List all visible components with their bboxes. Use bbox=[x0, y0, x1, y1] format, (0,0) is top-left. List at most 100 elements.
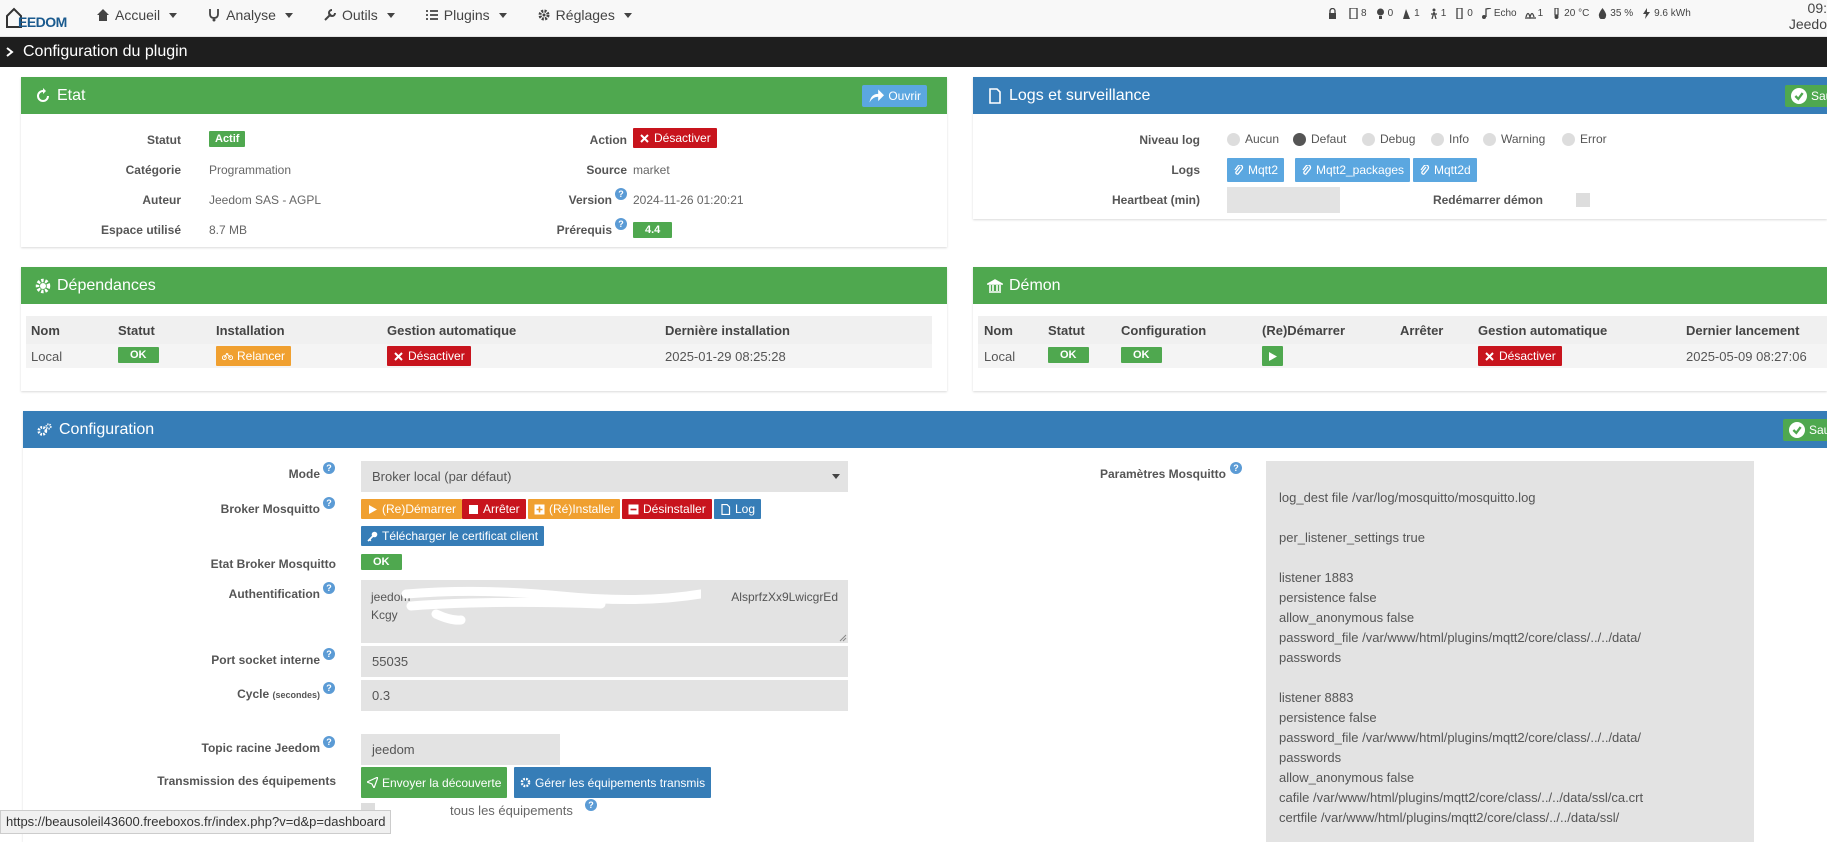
help-icon[interactable]: ? bbox=[1230, 462, 1242, 474]
topic-input[interactable]: jeedom bbox=[361, 734, 560, 765]
daemon-status-badge: OK bbox=[1048, 347, 1089, 363]
column-header: Statut bbox=[118, 323, 155, 338]
caret-down-icon bbox=[832, 474, 840, 479]
resize-handle-icon[interactable] bbox=[839, 634, 847, 642]
radio-error[interactable]: Error bbox=[1562, 132, 1607, 146]
cycle-input[interactable]: 0.3 bbox=[361, 680, 848, 711]
summary-temperature[interactable]: 20 °C bbox=[1551, 8, 1589, 19]
disable-auto-daemon-button[interactable]: Désactiver bbox=[1478, 346, 1562, 366]
menu-plugins[interactable]: Plugins bbox=[425, 7, 507, 23]
summary-value: 8 bbox=[1361, 8, 1367, 19]
menu-outils[interactable]: Outils bbox=[323, 7, 395, 23]
panel-title: Dépendances bbox=[57, 276, 156, 294]
send-discovery-button[interactable]: Envoyer la découverte bbox=[361, 767, 508, 798]
help-icon[interactable]: ? bbox=[615, 218, 627, 230]
summary-motion[interactable]: 1 bbox=[1401, 8, 1420, 19]
help-icon[interactable]: ? bbox=[323, 648, 335, 660]
menu-label: Réglages bbox=[555, 7, 615, 23]
source-value: market bbox=[633, 163, 670, 177]
auteur-value: Jeedom SAS - AGPL bbox=[209, 193, 322, 207]
save-logs-button[interactable]: Sauv bbox=[1785, 85, 1827, 107]
broker-label: Broker Mosquitto bbox=[220, 502, 320, 516]
summary-person[interactable]: 1 bbox=[1428, 8, 1446, 19]
summary-humidity[interactable]: 35 % bbox=[1597, 8, 1633, 19]
button-label: Télécharger le certificat client bbox=[382, 529, 539, 543]
port-label: Port socket interne bbox=[211, 653, 320, 667]
summary-window[interactable]: 0 bbox=[1454, 8, 1473, 19]
install-broker-button[interactable]: (Ré)Installer bbox=[528, 499, 621, 519]
close-icon bbox=[1485, 351, 1494, 361]
prerequis-badge: 4.4 bbox=[633, 222, 673, 238]
panel-title: Etat bbox=[57, 86, 86, 104]
help-icon[interactable]: ? bbox=[323, 582, 335, 594]
radio-label: Info bbox=[1449, 132, 1470, 146]
close-icon bbox=[394, 351, 403, 361]
auth-textarea[interactable]: jeedom AlsprfzXx9LwicgrEd Kcgy bbox=[361, 580, 848, 643]
radio-defaut[interactable]: Defaut bbox=[1293, 132, 1346, 146]
auth-text-end: AlsprfzXx9LwicgrEd bbox=[731, 590, 838, 604]
radio-label: Aucun bbox=[1245, 132, 1280, 146]
summary-music[interactable]: Echo bbox=[1481, 8, 1517, 19]
column-header: Installation bbox=[216, 323, 285, 338]
log-mqtt2-packages-button[interactable]: Mqtt2_packages bbox=[1295, 158, 1411, 182]
mosquitto-params-textarea[interactable]: log_dest file /var/log/mosquitto/mosquit… bbox=[1266, 461, 1754, 842]
column-header: Configuration bbox=[1121, 323, 1207, 338]
summary-heater[interactable]: 1 bbox=[1524, 8, 1543, 19]
summary-lock[interactable] bbox=[1327, 8, 1340, 19]
disable-auto-deps-button[interactable]: Désactiver bbox=[387, 346, 471, 366]
manage-transmitted-button[interactable]: Gérer les équipements transmis bbox=[514, 767, 712, 798]
statut-label: Statut bbox=[147, 133, 181, 147]
disable-plugin-button[interactable]: Désactiver bbox=[633, 128, 717, 148]
uninstall-broker-button[interactable]: Désinstaller bbox=[622, 499, 712, 519]
share-icon bbox=[869, 89, 885, 103]
log-mqtt2d-button[interactable]: Mqtt2d bbox=[1413, 158, 1477, 182]
summary-power[interactable]: 9.6 kWh bbox=[1641, 8, 1691, 19]
help-icon[interactable]: ? bbox=[323, 682, 335, 694]
plus-square-icon bbox=[534, 504, 545, 514]
radio-aucun[interactable]: Aucun bbox=[1227, 132, 1279, 146]
mode-select[interactable]: Broker local (par défaut) bbox=[361, 461, 848, 492]
summary-door[interactable]: 8 bbox=[1348, 8, 1367, 19]
restart-daemon-checkbox[interactable] bbox=[1576, 193, 1590, 207]
stop-broker-button[interactable]: Arrêter bbox=[462, 499, 526, 519]
auth-label: Authentification bbox=[228, 587, 320, 601]
radio-label: Debug bbox=[1380, 132, 1416, 146]
log-mqtt2-button[interactable]: Mqtt2 bbox=[1227, 158, 1285, 182]
jeedom-logo[interactable]: EEDOM bbox=[4, 4, 78, 32]
help-icon[interactable]: ? bbox=[585, 799, 597, 811]
radio-info[interactable]: Info bbox=[1431, 132, 1469, 146]
relaunch-deps-button[interactable]: Relancer bbox=[216, 346, 292, 366]
heartbeat-input[interactable] bbox=[1227, 187, 1340, 213]
summary-light[interactable]: 0 bbox=[1375, 8, 1393, 19]
check-circle-icon bbox=[1791, 88, 1807, 104]
download-cert-button[interactable]: Télécharger le certificat client bbox=[361, 526, 545, 546]
summary-value: 9.6 kWh bbox=[1654, 8, 1691, 19]
user-menu[interactable]: Jeedo bbox=[1789, 16, 1827, 32]
radio-debug[interactable]: Debug bbox=[1362, 132, 1415, 146]
column-header: Dernier lancement bbox=[1686, 323, 1800, 338]
help-icon[interactable]: ? bbox=[323, 736, 335, 748]
plugin-title-bar[interactable]: Configuration du plugin bbox=[0, 37, 1827, 67]
file-icon bbox=[989, 87, 1001, 104]
restart-broker-button[interactable]: (Re)Démarrer bbox=[361, 499, 463, 519]
status-bar-url: https://beausoleil43600.freeboxos.fr/ind… bbox=[0, 810, 392, 834]
help-icon[interactable]: ? bbox=[323, 497, 335, 509]
help-icon[interactable]: ? bbox=[323, 462, 335, 474]
clock: 09: Jeedo bbox=[1789, 0, 1827, 32]
save-config-button[interactable]: Sauv bbox=[1783, 419, 1827, 441]
column-header: Nom bbox=[31, 323, 60, 338]
broker-log-button[interactable]: Log bbox=[714, 499, 762, 519]
stop-icon bbox=[469, 504, 478, 514]
start-daemon-button[interactable] bbox=[1262, 346, 1283, 366]
open-button[interactable]: Ouvrir bbox=[862, 85, 927, 107]
radio-warning[interactable]: Warning bbox=[1483, 132, 1545, 146]
window-icon bbox=[1456, 8, 1463, 19]
help-icon[interactable]: ? bbox=[615, 188, 627, 200]
menu-label: Outils bbox=[341, 7, 378, 23]
transmission-label: Transmission des équipements bbox=[157, 774, 336, 788]
port-input[interactable]: 55035 bbox=[361, 646, 848, 677]
menu-analyse[interactable]: Analyse bbox=[207, 7, 293, 23]
menu-reglages[interactable]: Réglages bbox=[537, 7, 632, 23]
table-row: Local OK OK Désactiver 2025-05-09 08:27:… bbox=[978, 344, 1827, 368]
menu-accueil[interactable]: Accueil bbox=[96, 7, 178, 23]
